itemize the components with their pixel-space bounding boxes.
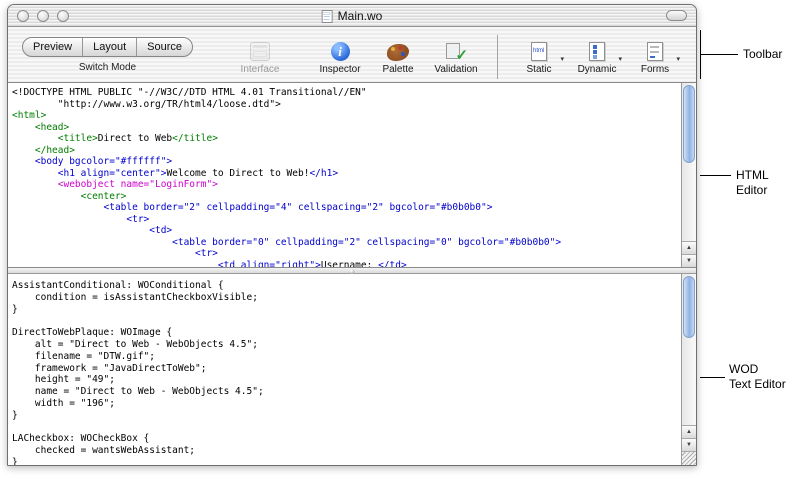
code-line: name = "Direct to Web - WebObjects 4.5";: [12, 386, 681, 398]
pane-splitter[interactable]: [8, 267, 696, 274]
document-icon: [322, 10, 333, 23]
callout-line-html-editor: [700, 175, 731, 176]
toolbar-separator: [497, 35, 498, 79]
window-titlebar[interactable]: Main.wo: [8, 5, 696, 27]
forms-icon: ▾: [628, 35, 682, 61]
dropdown-arrow-icon: ▾: [619, 55, 623, 63]
interface-button: Interface: [233, 35, 287, 75]
switch-mode-preview-button[interactable]: Preview: [23, 38, 83, 56]
code-line: LACheckbox: WOCheckBox {: [12, 433, 681, 445]
window-title: Main.wo: [338, 9, 383, 23]
code-line: <body bgcolor="#ffffff">: [12, 156, 681, 168]
close-button[interactable]: [17, 10, 29, 22]
html-editor-scrollbar[interactable]: ▲ ▼: [681, 83, 696, 267]
dynamic-icon: ▾: [570, 35, 624, 61]
window-title-group: Main.wo: [322, 5, 383, 27]
code-line: <table border="0" cellpadding="2" cellsp…: [12, 237, 681, 249]
code-line: }: [12, 304, 681, 316]
callout-wod-line2: Text Editor: [729, 377, 786, 392]
wod-editor-pane: AssistantConditional: WOConditional { co…: [8, 274, 696, 465]
tool-label: Forms: [628, 64, 682, 75]
code-line: <tr>: [12, 248, 681, 260]
dynamic-button[interactable]: ▾Dynamic: [570, 35, 624, 75]
wod-editor-scrollbar[interactable]: ▲ ▼: [681, 274, 696, 465]
switch-mode-source-button[interactable]: Source: [137, 38, 192, 56]
figure-canvas: Main.wo PreviewLayoutSource Switch Mode …: [0, 0, 797, 479]
html-editor-pane: <!DOCTYPE HTML PUBLIC "-//W3C//DTD HTML …: [8, 83, 696, 267]
code-line: <h1 align="center">Welcome to Direct to …: [12, 168, 681, 180]
callout-wod-line1: WOD: [729, 362, 786, 377]
toolbar-tools: Interface i Inspector Palette ✓ Validation htm…: [233, 35, 682, 79]
code-line: <title>Direct to Web</title>: [12, 133, 681, 145]
code-line: <td>: [12, 225, 681, 237]
tool-label: Static: [512, 64, 566, 75]
resize-grip[interactable]: [682, 451, 696, 465]
inspector-icon: i: [313, 35, 367, 61]
switch-mode-control: PreviewLayoutSource: [22, 37, 193, 57]
webobjects-builder-window: Main.wo PreviewLayoutSource Switch Mode …: [7, 4, 697, 466]
code-line: <head>: [12, 122, 681, 134]
tool-label: Validation: [429, 64, 483, 75]
toolbar: PreviewLayoutSource Switch Mode Interfac…: [8, 27, 696, 83]
code-line: <tr>: [12, 214, 681, 226]
code-line: <html>: [12, 110, 681, 122]
zoom-button[interactable]: [57, 10, 69, 22]
html-code-area[interactable]: <!DOCTYPE HTML PUBLIC "-//W3C//DTD HTML …: [8, 83, 681, 267]
toolbar-toggle-button[interactable]: [666, 10, 687, 21]
code-line: checked = wantsWebAssistant;: [12, 445, 681, 457]
dropdown-arrow-icon: ▾: [677, 55, 681, 63]
tool-label: Interface: [233, 64, 287, 75]
scroll-down-button[interactable]: ▼: [682, 254, 696, 267]
code-line: condition = isAssistantCheckboxVisible;: [12, 292, 681, 304]
palette-button[interactable]: Palette: [371, 35, 425, 75]
forms-button[interactable]: ▾Forms: [628, 35, 682, 75]
code-line: <!DOCTYPE HTML PUBLIC "-//W3C//DTD HTML …: [12, 87, 681, 99]
minimize-button[interactable]: [37, 10, 49, 22]
switch-mode-group: PreviewLayoutSource Switch Mode: [22, 37, 193, 73]
validation-icon: ✓: [429, 35, 483, 61]
callout-html-editor-label: HTML Editor: [736, 168, 797, 198]
code-line: <center>: [12, 191, 681, 203]
callout-line-toolbar: [700, 54, 738, 55]
tool-label: Dynamic: [570, 64, 624, 75]
scroll-down-button[interactable]: ▼: [682, 438, 696, 451]
palette-icon: [371, 35, 425, 61]
switch-mode-label: Switch Mode: [79, 62, 136, 73]
code-line: <table border="2" cellpadding="4" cellsp…: [12, 202, 681, 214]
code-line: </head>: [12, 145, 681, 157]
code-line: width = "196";: [12, 398, 681, 410]
callout-line-wod-editor: [700, 377, 725, 378]
code-line: <td align="right">Username: </td>: [12, 260, 681, 268]
static-icon: html▾: [512, 35, 566, 61]
code-line: DirectToWebPlaque: WOImage {: [12, 327, 681, 339]
code-line: height = "49";: [12, 374, 681, 386]
callout-toolbar-label: Toolbar: [743, 47, 782, 62]
scroll-up-button[interactable]: ▲: [682, 425, 696, 438]
code-line: }: [12, 410, 681, 422]
code-line: alt = "Direct to Web - WebObjects 4.5";: [12, 339, 681, 351]
code-line: [12, 422, 681, 434]
code-line: }: [12, 457, 681, 465]
scrollbar-thumb[interactable]: [683, 276, 695, 338]
window-controls: [17, 10, 69, 22]
validation-button[interactable]: ✓ Validation: [429, 35, 483, 75]
switch-mode-layout-button[interactable]: Layout: [83, 38, 137, 56]
code-line: filename = "DTW.gif";: [12, 351, 681, 363]
tool-label: Inspector: [313, 64, 367, 75]
code-line: [12, 315, 681, 327]
scroll-up-button[interactable]: ▲: [682, 241, 696, 254]
callout-wod-editor-label: WOD Text Editor: [729, 362, 786, 392]
code-line: AssistantConditional: WOConditional {: [12, 280, 681, 292]
code-line: "http://www.w3.org/TR/html4/loose.dtd">: [12, 99, 681, 111]
scrollbar-thumb[interactable]: [683, 85, 695, 163]
tool-label: Palette: [371, 64, 425, 75]
interface-icon: [233, 35, 287, 61]
static-button[interactable]: html▾ Static: [512, 35, 566, 75]
code-line: <webobject name="LoginForm">: [12, 179, 681, 191]
wod-code-area[interactable]: AssistantConditional: WOConditional { co…: [8, 274, 681, 465]
inspector-button[interactable]: i Inspector: [313, 35, 367, 75]
dropdown-arrow-icon: ▾: [561, 55, 565, 63]
code-line: framework = "JavaDirectToWeb";: [12, 363, 681, 375]
